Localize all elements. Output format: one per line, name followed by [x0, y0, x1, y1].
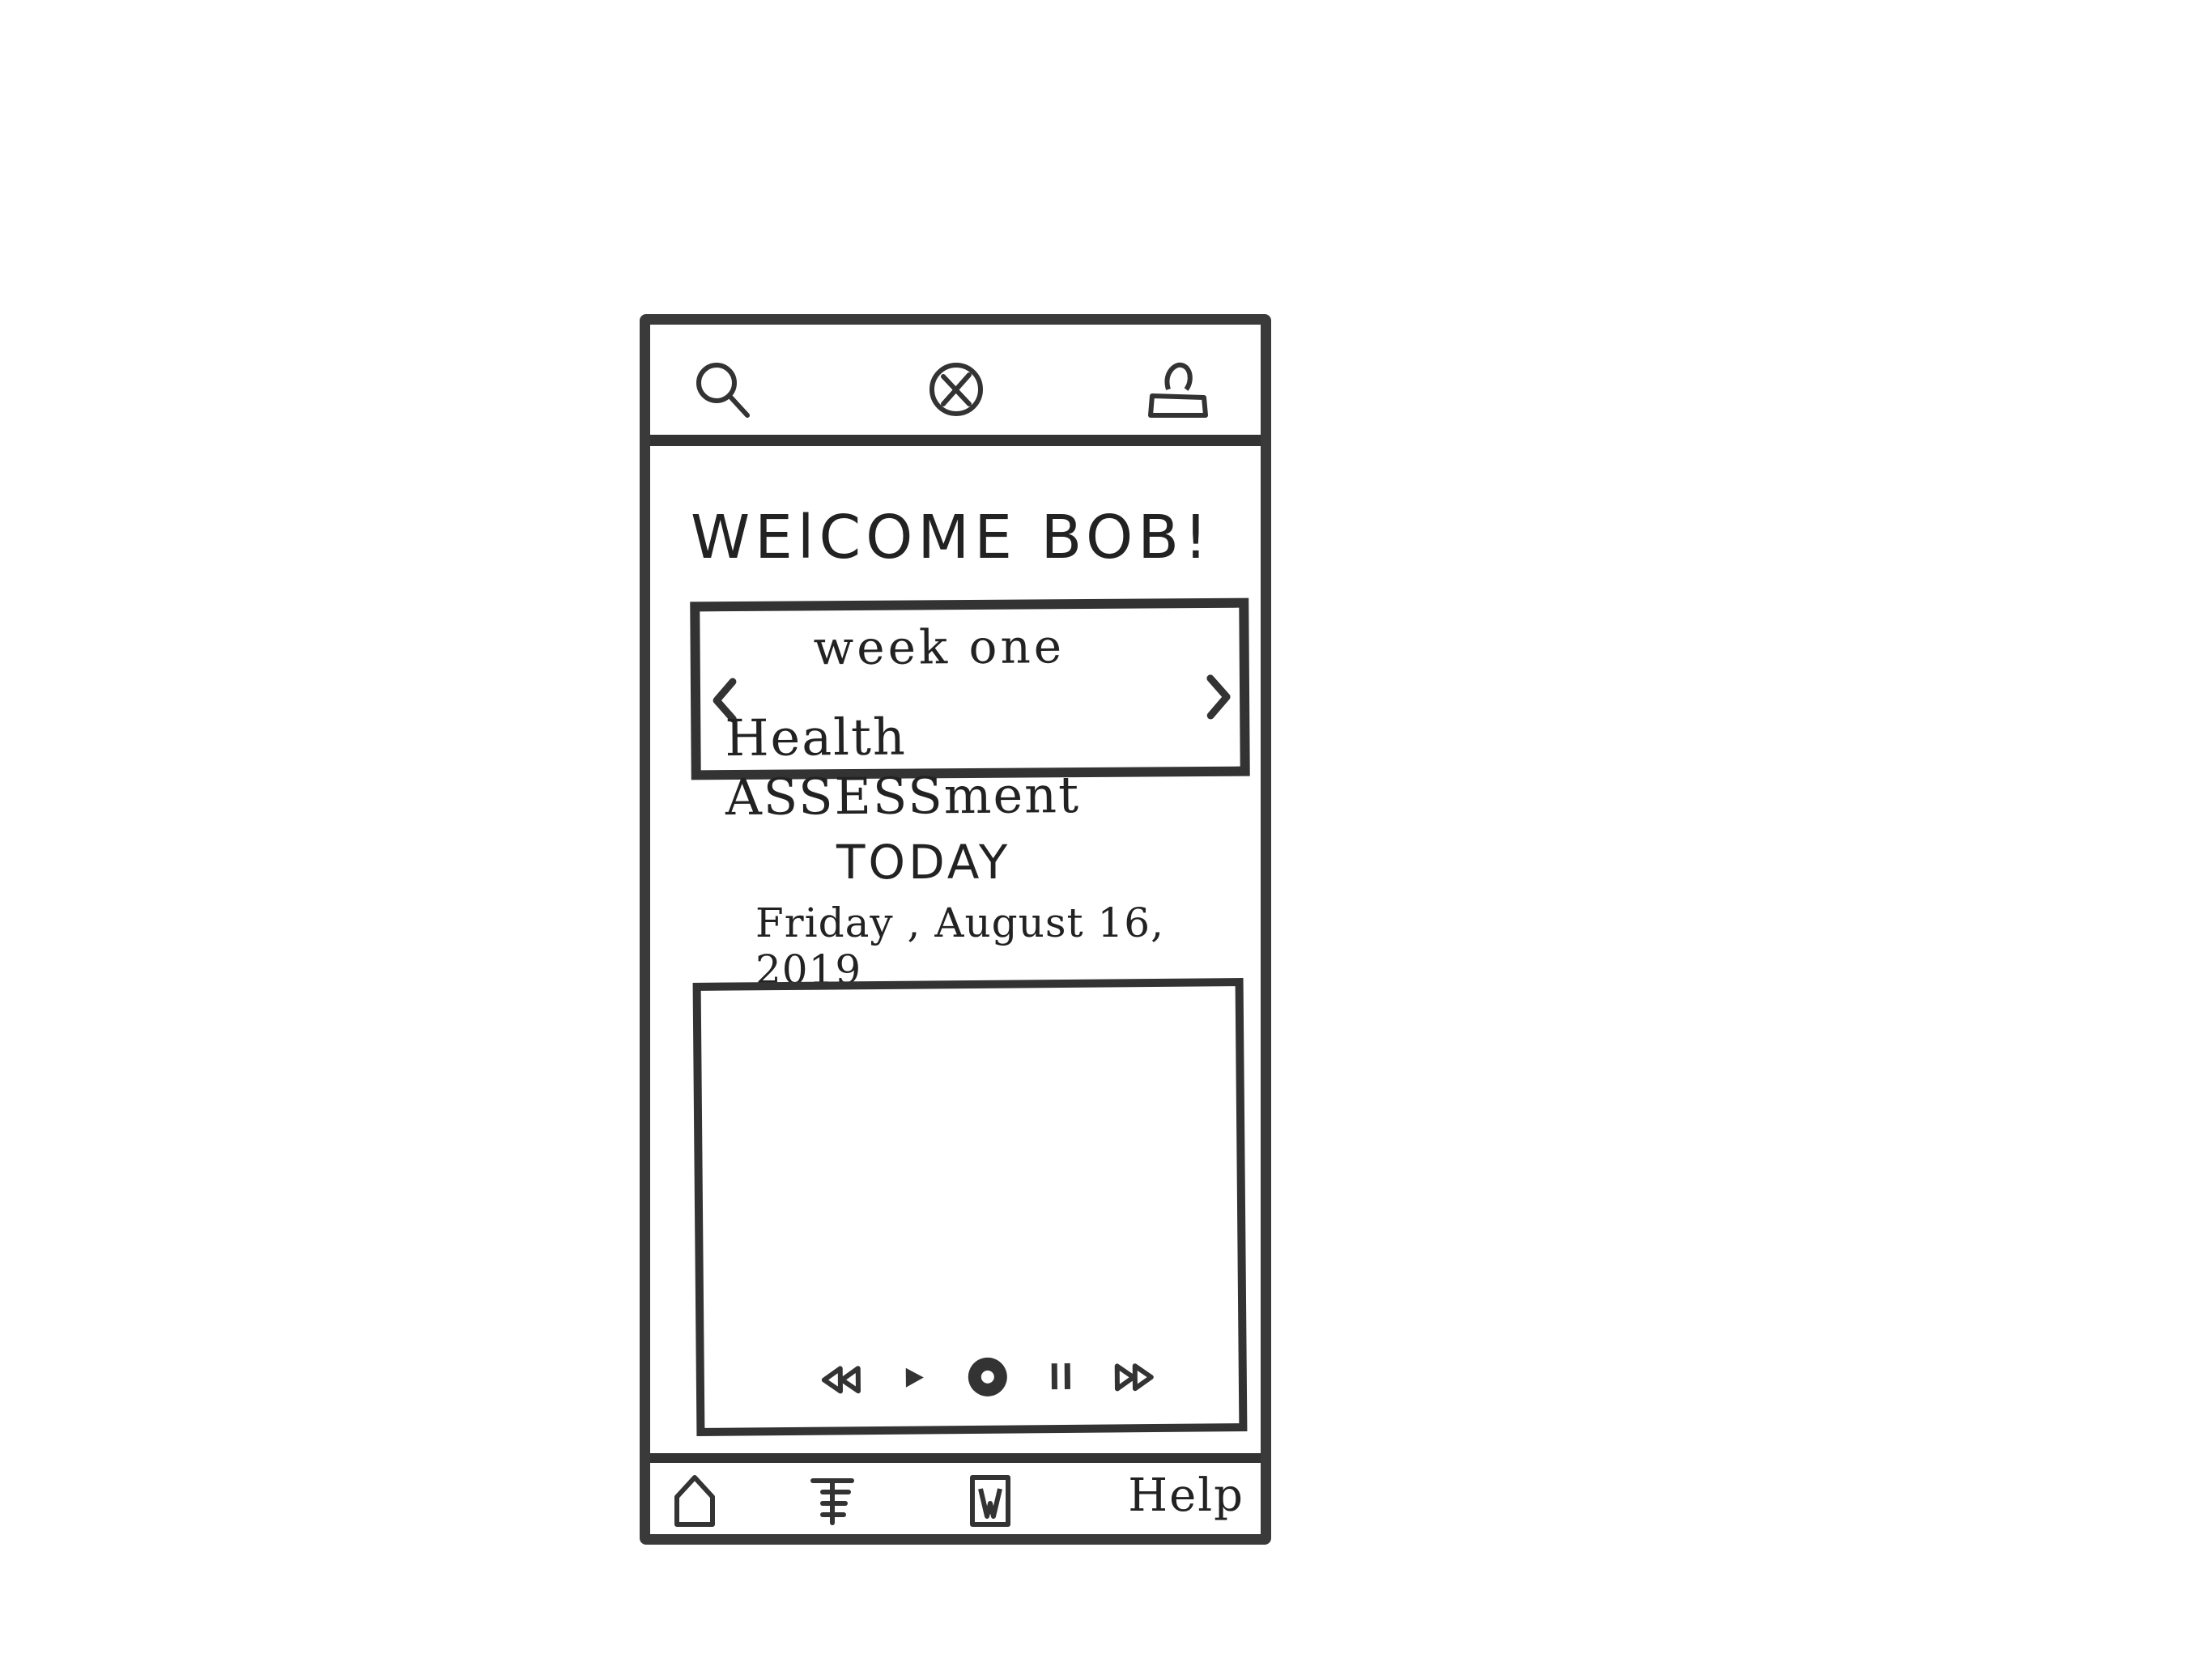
phone-frame: WElCOME BOB! week one Health ASSESSment … — [640, 314, 1271, 1545]
canvas: WElCOME BOB! week one Health ASSESSment … — [0, 0, 2212, 1658]
pause-icon[interactable] — [1039, 1354, 1084, 1399]
fast-forward-icon[interactable] — [1112, 1353, 1158, 1398]
list-icon[interactable] — [808, 1473, 857, 1529]
play-icon[interactable] — [891, 1354, 937, 1400]
close-circle-icon[interactable] — [924, 357, 989, 422]
top-bar — [650, 325, 1261, 446]
bookmark-icon[interactable] — [966, 1473, 1015, 1529]
video-controls — [818, 1351, 1159, 1403]
week-title: week one — [813, 619, 1066, 676]
week-card[interactable]: week one Health ASSESSment — [690, 597, 1250, 827]
chevron-right-icon[interactable] — [1202, 669, 1235, 725]
help-link[interactable]: Help — [1128, 1469, 1244, 1522]
profile-icon[interactable] — [1146, 357, 1210, 422]
home-icon[interactable] — [670, 1473, 719, 1529]
search-icon[interactable] — [691, 357, 755, 422]
video-player[interactable] — [692, 978, 1248, 1436]
rewind-icon[interactable] — [818, 1355, 863, 1401]
today-label: TODAY — [836, 835, 1011, 890]
bottom-nav: Help — [650, 1453, 1261, 1534]
welcome-heading: WElCOME BOB! — [691, 503, 1213, 572]
week-subtitle: Health ASSESSment — [725, 707, 1081, 827]
record-icon[interactable] — [965, 1354, 1010, 1400]
